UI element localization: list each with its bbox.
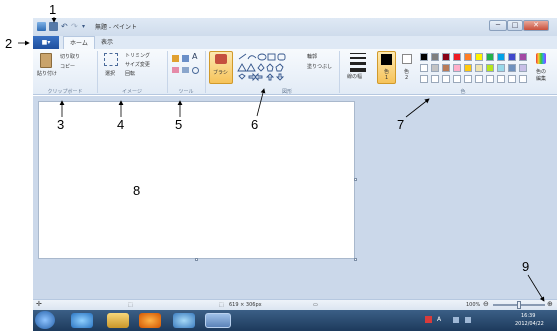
annotation-arrows: [18, 17, 545, 302]
